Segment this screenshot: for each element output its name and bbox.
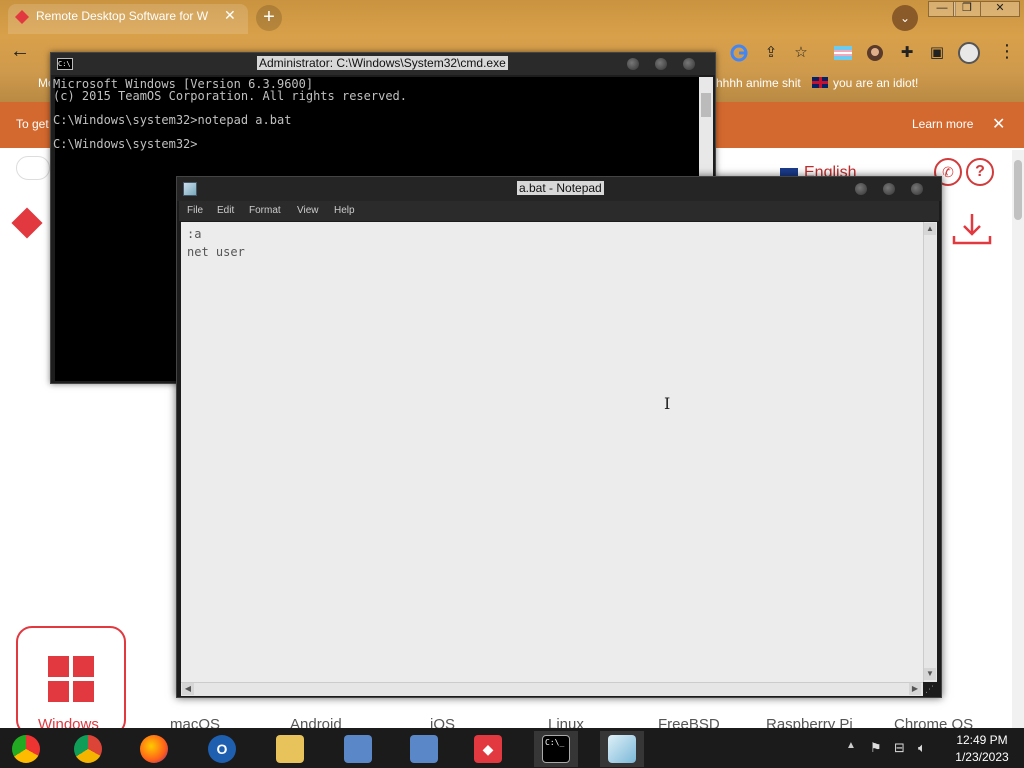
profile-avatar[interactable] — [958, 42, 980, 64]
cmd-line: C:\Windows\system32>notepad a.bat — [53, 113, 292, 127]
close-button[interactable]: ✕ — [980, 1, 1020, 17]
i-beam-cursor-icon: I — [664, 394, 671, 413]
cmd-title: Administrator: C:\Windows\System32\cmd.e… — [257, 56, 508, 70]
cmd-line: (c) 2015 TeamOS Corporation. All rights … — [53, 89, 408, 103]
taskbar-app-chrome[interactable] — [66, 731, 110, 767]
notepad-text-area[interactable] — [181, 222, 923, 682]
taskbar-app-firefox[interactable] — [132, 731, 176, 767]
menu-edit[interactable]: Edit — [217, 205, 234, 216]
bookmark-item[interactable]: you are an idiot! — [812, 76, 918, 90]
theme-toggle[interactable] — [16, 156, 50, 180]
installer-icon — [344, 735, 372, 763]
google-icon[interactable] — [728, 42, 750, 64]
firefox-icon — [140, 735, 168, 763]
notepad-horizontal-scrollbar[interactable] — [181, 682, 923, 696]
tab-search-chevron-icon[interactable]: ⌄ — [892, 5, 918, 31]
banner-close-icon[interactable]: ✕ — [992, 114, 1005, 134]
scroll-down-arrow-icon[interactable]: ▼ — [924, 668, 936, 680]
cmd-scroll-thumb[interactable] — [701, 93, 711, 117]
tab-close-icon[interactable]: ✕ — [224, 7, 236, 24]
cmd-taskbar-icon: C:\_ — [542, 735, 570, 763]
scroll-left-arrow-icon[interactable]: ◀ — [182, 683, 194, 695]
new-tab-button[interactable]: + — [256, 5, 282, 31]
tray-expand-icon[interactable]: ▲ — [846, 740, 856, 751]
learn-more-link[interactable]: Learn more — [912, 117, 973, 131]
share-icon[interactable]: ⇪ — [760, 42, 782, 64]
anydesk-icon: ◆ — [474, 735, 502, 763]
minimize-button[interactable]: — — [928, 1, 956, 17]
notepad-maximize-button[interactable] — [883, 183, 895, 195]
notepad-minimize-button[interactable] — [855, 183, 867, 195]
installer-icon — [410, 735, 438, 763]
taskbar-app-chromium[interactable] — [4, 731, 48, 767]
resize-grip-icon[interactable]: ⋰ — [925, 684, 937, 696]
side-panel-icon[interactable]: ▣ — [926, 42, 948, 64]
taskbar-app-installer-2[interactable] — [402, 731, 446, 767]
chrome-menu-icon[interactable]: ⋮ — [998, 41, 1016, 62]
taskbar-app-installer[interactable] — [336, 731, 380, 767]
clock-time[interactable]: 12:49 PM — [952, 733, 1012, 747]
chrome-icon — [74, 735, 102, 763]
taskbar-app-file-explorer[interactable] — [268, 731, 312, 767]
tab-title: Remote Desktop Software for W — [36, 9, 209, 23]
taskbar-app-opera[interactable]: O — [200, 731, 244, 767]
cmd-close-button[interactable] — [683, 58, 695, 70]
scroll-up-arrow-icon[interactable]: ▲ — [924, 223, 936, 235]
uk-flag-icon — [812, 77, 828, 88]
menu-view[interactable]: View — [297, 205, 319, 216]
notepad-window[interactable]: a.bat - Notepad File Edit Format View He… — [176, 176, 942, 698]
notepad-taskbar-icon — [608, 735, 636, 763]
taskbar-app-anydesk[interactable]: ◆ — [466, 731, 510, 767]
clock-date[interactable]: 1/23/2023 — [944, 750, 1020, 764]
opera-icon: O — [208, 735, 236, 763]
folder-icon — [276, 735, 304, 763]
extension-flag-icon[interactable] — [832, 42, 854, 64]
notepad-menubar — [179, 201, 939, 221]
banner-text: To get — [16, 117, 49, 131]
page-scroll-thumb[interactable] — [1014, 160, 1022, 220]
cmd-maximize-button[interactable] — [655, 58, 667, 70]
menu-format[interactable]: Format — [249, 205, 281, 216]
page-scrollbar[interactable] — [1012, 150, 1024, 728]
windows-logo-icon — [48, 656, 94, 702]
notepad-close-button[interactable] — [911, 183, 923, 195]
anydesk-favicon-icon — [15, 10, 29, 24]
taskbar-app-cmd[interactable]: C:\_ — [534, 731, 578, 767]
taskbar-app-notepad[interactable] — [600, 731, 644, 767]
menu-help[interactable]: Help — [334, 205, 355, 216]
text-line: net user — [187, 245, 245, 259]
cmd-icon: C:\ — [57, 58, 73, 70]
cmd-prompt-line: C:\Windows\system32> — [53, 137, 198, 151]
cmd-minimize-button[interactable] — [627, 58, 639, 70]
download-icon[interactable] — [950, 212, 994, 246]
extension-avatar-icon[interactable] — [864, 42, 886, 64]
bookmark-star-icon[interactable]: ☆ — [790, 42, 812, 64]
network-icon[interactable]: ⊟ — [894, 740, 905, 756]
bookmark-item[interactable]: hhhh anime shit — [716, 76, 801, 90]
anydesk-logo[interactable] — [11, 207, 43, 239]
notepad-vertical-scrollbar[interactable] — [923, 222, 937, 682]
notepad-icon — [183, 182, 197, 196]
back-button[interactable]: ← — [10, 40, 30, 63]
text-line: :a — [187, 227, 202, 241]
flag-icon[interactable]: ⚑ — [870, 740, 882, 756]
extensions-puzzle-icon[interactable]: ✚ — [896, 42, 918, 64]
chromium-icon — [12, 735, 40, 763]
menu-file[interactable]: File — [187, 205, 203, 216]
notepad-title: a.bat - Notepad — [517, 181, 604, 195]
volume-icon[interactable]: 🔈︎ — [918, 740, 926, 756]
help-icon[interactable]: ? — [966, 158, 994, 186]
maximize-button[interactable]: ❐ — [953, 1, 981, 17]
scroll-right-arrow-icon[interactable]: ▶ — [909, 683, 921, 695]
